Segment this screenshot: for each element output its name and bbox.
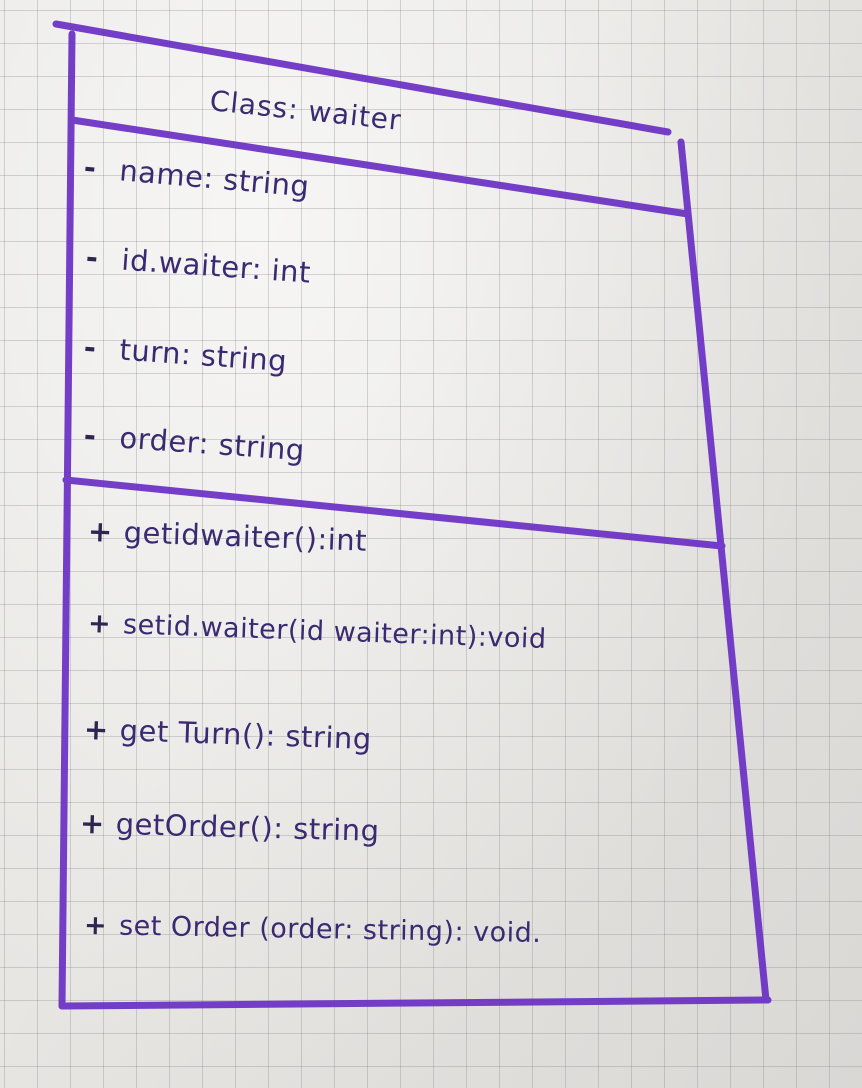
visibility-public: + (83, 712, 110, 747)
visibility-private: - (82, 330, 98, 365)
visibility-public: + (87, 608, 112, 640)
method-text: getOrder(): string (115, 806, 380, 848)
visibility-public: + (87, 514, 114, 549)
class-box-bottom-edge (58, 996, 772, 1010)
visibility-public: + (83, 910, 108, 942)
visibility-public: + (79, 806, 106, 841)
class-box-left-edge (58, 30, 76, 1010)
visibility-private: - (84, 240, 100, 275)
class-box-right-edge (677, 138, 770, 1004)
visibility-private: - (82, 418, 98, 453)
visibility-private: - (82, 150, 98, 186)
